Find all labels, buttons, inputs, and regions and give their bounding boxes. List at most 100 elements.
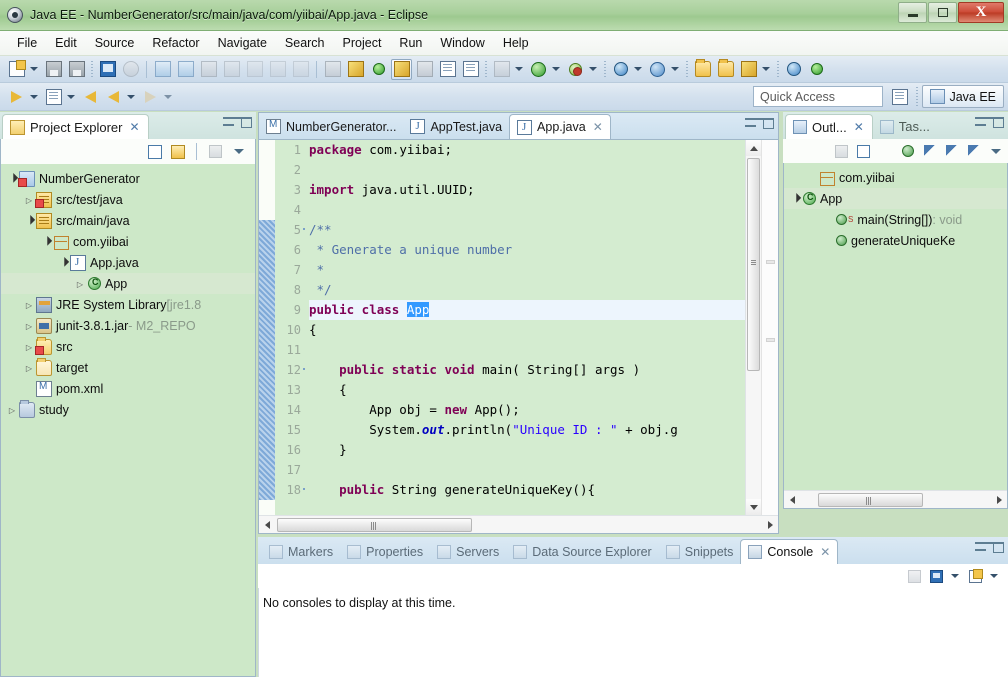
open-perspective-button[interactable] (888, 85, 912, 108)
tree-item-src[interactable]: src (1, 336, 255, 357)
horizontal-scroll-track[interactable] (275, 517, 762, 533)
back-button[interactable] (80, 86, 101, 107)
expand-arrow-icon[interactable] (788, 193, 802, 204)
tree-item-app[interactable]: App (784, 188, 1007, 209)
editor-tab-app-java[interactable]: App.java ✕ (509, 114, 611, 139)
scroll-right-button[interactable] (762, 517, 778, 533)
collapse-all-button[interactable] (146, 143, 163, 160)
editor-horizontal-scrollbar[interactable] (259, 515, 778, 533)
search-button[interactable] (345, 59, 366, 80)
menu-item-run[interactable]: Run (390, 33, 431, 53)
new-java-project-button[interactable] (610, 59, 631, 80)
whitespace-button[interactable] (437, 59, 458, 80)
collapse-arrow-icon[interactable] (22, 342, 36, 352)
bottom-tab-console[interactable]: Console ✕ (740, 539, 839, 564)
open-type-button[interactable] (368, 59, 389, 80)
open-console-button[interactable] (967, 568, 984, 585)
focus-button[interactable] (207, 143, 224, 160)
tree-item-src-test-java[interactable]: src/test/java (1, 189, 255, 210)
perspective-javaee-button[interactable]: Java EE (922, 85, 1004, 108)
new-servlet-dropdown[interactable] (669, 59, 681, 80)
run-button[interactable] (528, 59, 549, 80)
bottom-tab-properties[interactable]: Properties (340, 539, 430, 564)
expand-arrow-icon[interactable] (39, 236, 53, 247)
tree-item-com-yiibai[interactable]: com.yiibai (1, 231, 255, 252)
bottom-tab-servers[interactable]: Servers (430, 539, 506, 564)
horizontal-scroll-track[interactable] (800, 492, 991, 508)
forward-dropdown[interactable] (125, 86, 137, 107)
scroll-left-button[interactable] (259, 517, 275, 533)
last-edit-button[interactable] (290, 59, 311, 80)
menu-item-window[interactable]: Window (431, 33, 493, 53)
new-wizard-button[interactable] (6, 59, 27, 80)
tree-item-pom-xml[interactable]: pom.xml (1, 378, 255, 399)
editor-tab-apptest-java[interactable]: AppTest.java (403, 114, 509, 139)
pilcrow-button[interactable] (460, 59, 481, 80)
collapse-arrow-icon[interactable] (22, 195, 36, 205)
expand-arrow-icon[interactable] (5, 173, 19, 184)
tree-item-target[interactable]: target (1, 357, 255, 378)
menu-item-refactor[interactable]: Refactor (143, 33, 208, 53)
close-icon[interactable]: ✕ (854, 120, 864, 134)
save-button[interactable] (43, 59, 64, 80)
step-over-button[interactable] (175, 59, 196, 80)
debug-button[interactable] (491, 59, 512, 80)
sort-button[interactable] (877, 143, 894, 160)
tree-item-app[interactable]: App (1, 273, 255, 294)
menu-item-navigate[interactable]: Navigate (209, 33, 276, 53)
new-java-project-dropdown[interactable] (632, 59, 644, 80)
editor-tab-numbergenerator-[interactable]: NumberGenerator... (259, 114, 403, 139)
hide-static-button[interactable] (921, 143, 938, 160)
outline-tab-tas[interactable]: Tas... (873, 114, 938, 139)
hide-local-types-button[interactable] (965, 143, 982, 160)
deploy-button[interactable] (806, 59, 827, 80)
link-with-editor-button[interactable] (169, 143, 186, 160)
new-servlet-button[interactable] (647, 59, 668, 80)
open-console-dropdown[interactable] (989, 569, 999, 583)
close-icon[interactable]: ✕ (129, 120, 139, 134)
collapse-arrow-icon[interactable] (5, 405, 19, 415)
external-tools-button[interactable] (565, 59, 586, 80)
horizontal-scroll-thumb[interactable] (277, 517, 472, 532)
bottom-tab-markers[interactable]: Markers (262, 539, 340, 564)
maximize-icon[interactable] (993, 542, 1004, 553)
collapse-arrow-icon[interactable] (22, 363, 36, 373)
maximize-icon[interactable] (241, 117, 252, 128)
debug-history-button[interactable] (43, 86, 64, 107)
tab-project-explorer[interactable]: Project Explorer ✕ (2, 114, 149, 139)
forward-button[interactable] (103, 86, 124, 107)
display-console-dropdown[interactable] (950, 569, 960, 583)
tree-item-study[interactable]: study (1, 399, 255, 420)
quick-access-input[interactable]: Quick Access (753, 86, 883, 107)
hide-non-public-button[interactable] (943, 143, 960, 160)
run-history-dropdown[interactable] (28, 86, 40, 107)
maximize-icon[interactable] (993, 117, 1004, 128)
tree-item-src-main-java[interactable]: src/main/java (1, 210, 255, 231)
scroll-up-button[interactable] (746, 140, 761, 156)
open-resource-button[interactable] (715, 59, 736, 80)
maximize-icon[interactable] (763, 118, 774, 129)
tree-item-main-string-[interactable]: Smain(String[]) : void (784, 209, 1007, 230)
hide-fields-button[interactable] (899, 143, 916, 160)
collapse-arrow-icon[interactable] (22, 321, 36, 331)
next-annotation-button[interactable] (244, 59, 265, 80)
code-area[interactable]: 1 2 3 4 5 6 7 8 9 10 11 12 13 14 15 16 17 18 package com.… (259, 140, 778, 515)
save-all-button[interactable] (66, 59, 87, 80)
highlight-button[interactable] (391, 58, 412, 80)
next-dropdown[interactable] (162, 86, 174, 107)
tree-item-generateuniqueke[interactable]: generateUniqueKe (784, 230, 1007, 251)
minimize-button[interactable] (898, 2, 927, 23)
debug-history-dropdown[interactable] (65, 86, 77, 107)
link-editor-button[interactable] (221, 59, 242, 80)
source-code[interactable]: package com.yiibai; import java.util.UUI… (305, 140, 778, 515)
step-into-button[interactable] (152, 59, 173, 80)
skip-breakpoints-button[interactable] (120, 59, 141, 80)
menu-item-source[interactable]: Source (86, 33, 144, 53)
external-tools-dropdown[interactable] (587, 59, 599, 80)
expand-arrow-icon[interactable] (22, 215, 36, 226)
next-button[interactable] (140, 86, 161, 107)
edit-config-dropdown[interactable] (760, 59, 772, 80)
scroll-right-button[interactable] (991, 492, 1007, 508)
scroll-left-button[interactable] (784, 492, 800, 508)
close-icon[interactable]: ✕ (593, 120, 603, 134)
